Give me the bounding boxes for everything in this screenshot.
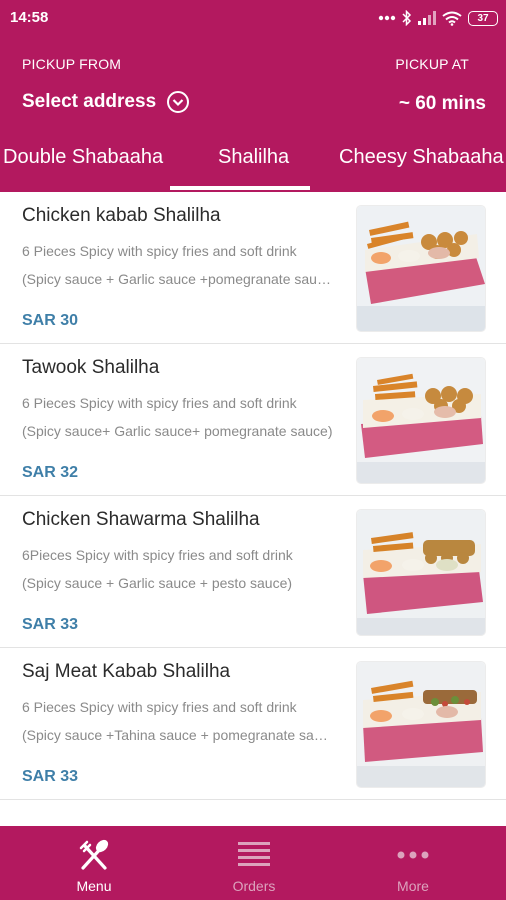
tab-shalilha[interactable]: Shalilha [218,146,289,169]
pickup-at-label: PICKUP AT [395,56,469,72]
fork-spoon-icon [76,838,112,872]
category-tabs: Double Shabaaha Shalilha Cheesy Shabaaha [0,140,506,192]
app-header: 14:58 37 PICKUP FROM PICKUP AT Select ad… [0,0,506,192]
nav-menu-label: Menu [76,878,112,894]
address-text: Select address [22,91,157,112]
item-description: 6 Pieces Spicy with spicy fries and soft… [22,243,297,259]
item-price: SAR 33 [22,768,79,785]
item-name: Chicken kabab Shalilha [22,205,221,226]
item-name: Chicken Shawarma Shalilha [22,509,260,530]
status-icons: 37 [378,8,498,28]
battery-icon: 37 [468,10,498,26]
item-sauces: (Spicy sauce + Garlic sauce +pomegranate… [22,271,334,287]
item-sauces: (Spicy sauce+ Garlic sauce+ pomegranate … [22,423,333,439]
item-photo [356,509,486,636]
select-address-button[interactable]: Select address [22,90,190,114]
item-photo [356,661,486,788]
menu-item[interactable]: Chicken Shawarma Shalilha 6Pieces Spicy … [0,496,506,648]
pickup-time: ~ 60 mins [398,93,486,114]
item-sauces: (Spicy sauce +Tahina sauce + pomegranate… [22,727,334,743]
item-name: Saj Meat Kabab Shalilha [22,661,231,682]
bottom-nav: Menu Orders More [0,826,506,900]
tab-cheesy-shabaaha[interactable]: Cheesy Shabaaha [339,146,504,169]
status-time: 14:58 [10,9,49,26]
item-photo [356,357,486,484]
selected-tab-indicator [170,186,310,190]
wifi-icon [442,11,462,26]
nav-orders[interactable]: Orders [170,826,338,900]
item-price: SAR 33 [22,616,79,633]
nav-more-label: More [397,878,429,894]
item-name: Tawook Shalilha [22,357,160,378]
item-sauces: (Spicy sauce + Garlic sauce + pesto sauc… [22,575,293,591]
item-price: SAR 32 [22,464,79,481]
more-dots-icon [395,838,431,872]
item-photo [356,205,486,332]
menu-list[interactable]: Chicken kabab Shalilha 6 Pieces Spicy wi… [0,192,506,826]
nav-more[interactable]: More [329,826,497,900]
menu-item[interactable]: Chicken kabab Shalilha 6 Pieces Spicy wi… [0,192,506,344]
item-description: 6 Pieces Spicy with spicy fries and soft… [22,699,297,715]
pickup-from-label: PICKUP FROM [22,56,122,72]
menu-item[interactable]: Tawook Shalilha 6 Pieces Spicy with spic… [0,344,506,496]
item-description: 6 Pieces Spicy with spicy fries and soft… [22,395,297,411]
tab-double-shabaaha[interactable]: Double Shabaaha [3,146,163,169]
item-price: SAR 30 [22,312,79,329]
more-dots-status-icon [378,15,396,21]
list-icon [236,838,272,872]
chevron-down-circle-icon [167,91,190,113]
item-description: 6Pieces Spicy with spicy fries and soft … [22,547,293,563]
bluetooth-icon [402,10,412,26]
nav-orders-label: Orders [232,878,276,894]
nav-menu[interactable]: Menu [10,826,178,900]
menu-item[interactable]: Saj Meat Kabab Shalilha 6 Pieces Spicy w… [0,648,506,800]
signal-icon [418,11,436,25]
status-bar: 14:58 37 [0,0,506,36]
